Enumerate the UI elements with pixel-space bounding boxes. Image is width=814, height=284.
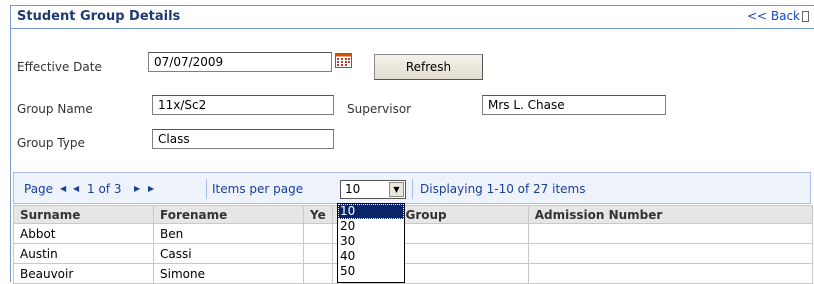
student-group-panel: Student Group Details << Back Effective … (10, 5, 814, 284)
table-row[interactable]: Austin Cassi (13, 243, 813, 264)
cell-surname: Beauvoir (13, 263, 154, 284)
prev-page-icon[interactable]: ◀ (73, 184, 79, 193)
cell-admission-number (527, 263, 813, 284)
next-page-icon[interactable]: ▶ (134, 184, 140, 193)
option-30[interactable]: 30 (338, 234, 404, 249)
items-per-page-dropdown-list: 10 20 30 40 50 (337, 203, 405, 283)
page-title: Student Group Details (17, 9, 181, 24)
group-type-field[interactable]: Class (152, 129, 334, 149)
back-link[interactable]: << Back (747, 9, 809, 23)
refresh-button[interactable]: Refresh (374, 54, 483, 80)
cell-year (303, 243, 333, 264)
cell-year (303, 223, 333, 244)
table-header-row: Surname Forename Ye g Group Admission Nu… (13, 205, 813, 224)
group-type-label: Group Type (17, 136, 85, 150)
effective-date-label: Effective Date (17, 60, 102, 74)
cell-year (303, 263, 333, 284)
option-20[interactable]: 20 (338, 219, 404, 234)
items-per-page-value: 10 (345, 182, 361, 196)
back-label[interactable]: << Back (747, 9, 800, 23)
page-label: Page (24, 182, 54, 196)
first-page-icon[interactable]: ◀ (60, 184, 66, 193)
chevron-down-icon[interactable]: ▼ (389, 182, 404, 197)
last-page-icon[interactable]: ▶ (148, 184, 154, 193)
pager-divider (412, 179, 413, 199)
col-surname[interactable]: Surname (13, 205, 154, 224)
table-row[interactable]: Abbot Ben (13, 223, 813, 244)
pager-divider (206, 179, 207, 199)
group-name-field[interactable]: 11x/Sc2 (152, 95, 334, 115)
displaying-info: Displaying 1-10 of 27 items (420, 182, 586, 196)
cell-surname: Abbot (13, 223, 154, 244)
cell-forename: Simone (153, 263, 304, 284)
col-admission-number[interactable]: Admission Number (527, 205, 813, 224)
items-per-page-select[interactable]: 10 ▼ (340, 180, 406, 199)
scroll-edge-icon (802, 11, 809, 22)
items-per-page-label: Items per page (212, 182, 304, 196)
pager-bar: Page ◀ ◀ 1 of 3 ▶ ▶ Items per page 10 ▼ … (13, 172, 811, 204)
cell-forename: Ben (153, 223, 304, 244)
cell-forename: Cassi (153, 243, 304, 264)
table-row[interactable]: Beauvoir Simone (13, 263, 813, 284)
cell-admission-number (527, 243, 813, 264)
page-info: 1 of 3 (87, 182, 122, 196)
option-50[interactable]: 50 (338, 264, 404, 279)
cell-admission-number (527, 223, 813, 244)
cell-surname: Austin (13, 243, 154, 264)
supervisor-field[interactable]: Mrs L. Chase (482, 95, 666, 115)
supervisor-label: Supervisor (347, 102, 412, 116)
group-name-label: Group Name (17, 102, 93, 116)
effective-date-field[interactable]: 07/07/2009 (148, 52, 332, 72)
option-40[interactable]: 40 (338, 249, 404, 264)
panel-header: Student Group Details << Back (11, 6, 814, 29)
col-forename[interactable]: Forename (153, 205, 304, 224)
student-table: Surname Forename Ye g Group Admission Nu… (13, 205, 813, 284)
col-year[interactable]: Ye (303, 205, 333, 224)
calendar-icon[interactable] (335, 53, 352, 68)
option-10[interactable]: 10 (338, 204, 404, 219)
